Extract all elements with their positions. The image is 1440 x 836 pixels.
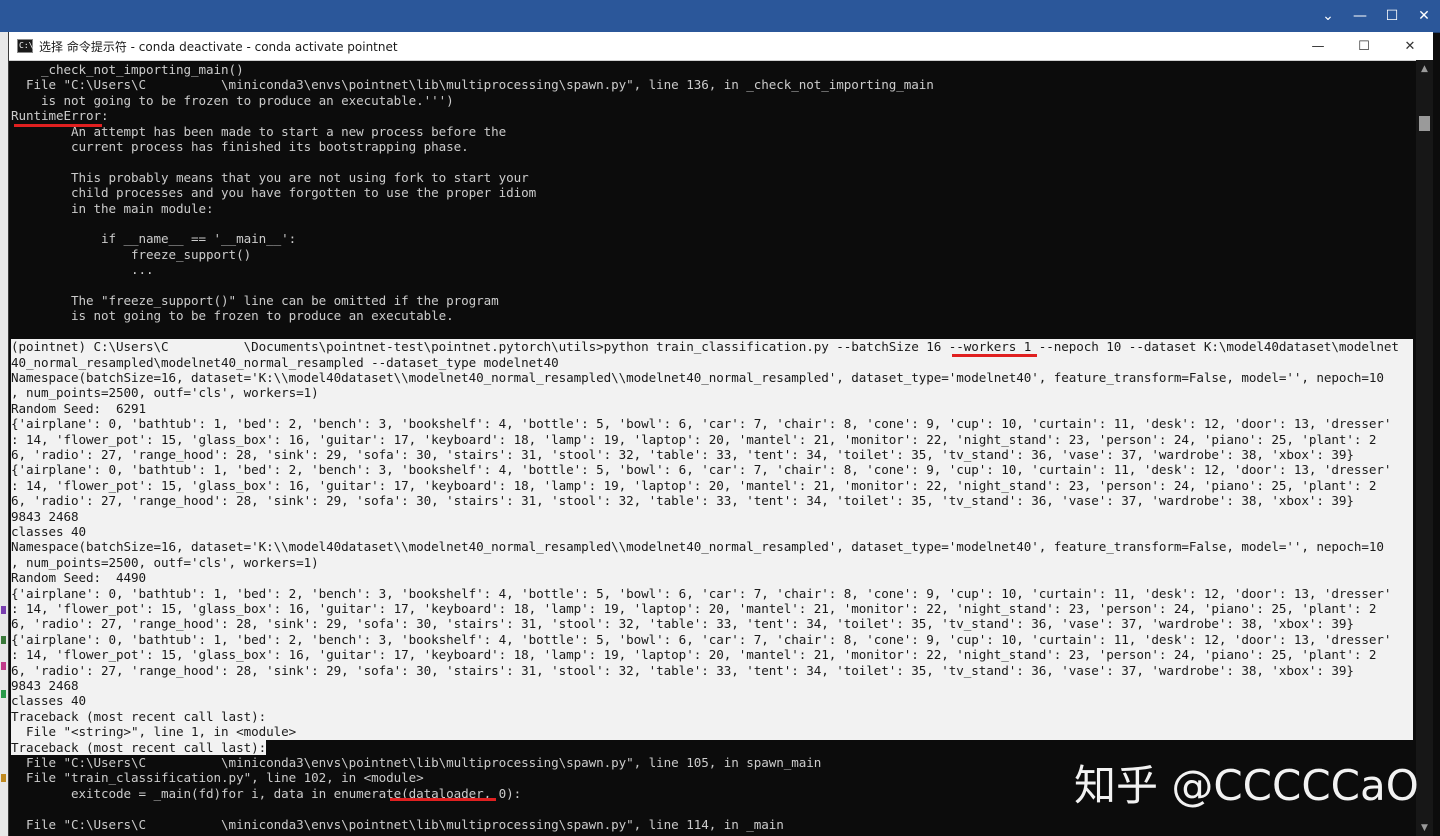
annotation-underline-workers [952,354,1037,357]
cmd-icon: C:\ [17,39,33,53]
maximize-icon[interactable]: ☐ [1376,0,1408,32]
terminal-line: {'airplane': 0, 'bathtub': 1, 'bed': 2, … [11,585,1413,601]
window-controls: — ☐ ✕ [1295,32,1433,60]
annotation-underline-runtimeerror [14,124,102,127]
outer-window-titlebar: ⌄ — ☐ ✕ [0,0,1440,33]
window-title: 选择 命令提示符 - conda deactivate - conda acti… [39,39,398,54]
terminal-line: in the main module: [11,200,214,216]
terminal-line: Namespace(batchSize=16, dataset='K:\\mod… [11,539,1413,555]
terminal-line: RuntimeError: [11,108,109,124]
terminal-line: This probably means that you are not usi… [11,169,529,185]
scrollbar-thumb[interactable] [1419,116,1430,131]
terminal-line: if __name__ == '__main__': [11,231,297,247]
scroll-down-icon[interactable]: ▼ [1416,819,1433,836]
close-icon[interactable]: ✕ [1408,0,1440,32]
chevron-down-icon[interactable]: ⌄ [1312,0,1344,32]
outer-window-controls: ⌄ — ☐ ✕ [1312,0,1440,32]
terminal-line: 6, 'radio': 27, 'range_hood': 28, 'sink'… [11,662,1413,678]
scroll-up-icon[interactable]: ▲ [1416,60,1433,77]
terminal-line: 9843 2468 [11,678,1413,694]
maximize-icon[interactable]: ☐ [1341,32,1387,60]
terminal-line: File "<string>", line 1, in <module> [11,724,1413,740]
background-window-edge [0,32,8,836]
terminal-line: Random Seed: 4490 [11,570,1413,586]
watermark: 知乎 @CCCCCaO [1074,761,1419,810]
terminal-line: The "freeze_support()" line can be omitt… [11,293,499,308]
vertical-scrollbar[interactable]: ▲ ▼ [1416,60,1433,836]
terminal-line: classes 40 [11,693,1413,709]
background-marker [1,690,6,698]
terminal-line: , num_points=2500, outf='cls', workers=1… [11,554,1413,571]
minimize-icon[interactable]: — [1344,0,1376,32]
terminal-line: , num_points=2500, outf='cls', workers=1… [11,385,1413,401]
terminal-line: : 14, 'flower_pot': 15, 'glass_box': 16,… [11,601,1413,617]
terminal-line: Namespace(batchSize=16, dataset='K:\\mod… [11,370,1413,386]
terminal-line: is not going to be frozen to produce an … [11,92,454,108]
command-prompt-window: C:\ 选择 命令提示符 - conda deactivate - conda … [8,32,1433,836]
terminal-line: is not going to be frozen to produce an … [11,308,454,324]
terminal-line: freeze_support() [11,246,252,262]
terminal-line: : 14, 'flower_pot': 15, 'glass_box': 16,… [11,647,1413,663]
terminal-line: {'airplane': 0, 'bathtub': 1, 'bed': 2, … [11,462,1413,478]
terminal-line: ... [11,262,154,278]
terminal-line: File "C:\Users\C \miniconda3\envs\pointn… [11,816,784,832]
terminal-line: 40_normal_resampled\modelnet40_normal_re… [11,354,1413,370]
terminal-line: Random Seed: 6291 [11,400,1413,417]
close-icon[interactable]: ✕ [1387,32,1433,60]
background-marker [1,606,6,614]
terminal-output[interactable]: _check_not_importing_main() File "C:\Use… [11,62,1413,836]
terminal-line: : 14, 'flower_pot': 15, 'glass_box': 16,… [11,477,1413,494]
terminal-line: File "C:\Users\C \miniconda3\envs\pointn… [11,77,934,93]
terminal-line: : 14, 'flower_pot': 15, 'glass_box': 16,… [11,431,1413,447]
terminal-line: child processes and you have forgotten t… [11,185,537,201]
terminal-line: File "train_classification.py", line 102… [11,770,424,786]
background-marker [1,636,6,644]
terminal-line: File "C:\Users\C \miniconda3\envs\pointn… [11,755,822,770]
terminal-line: (pointnet) C:\Users\C \Documents\pointne… [11,339,1413,355]
terminal-line: 6, 'radio': 27, 'range_hood': 28, 'sink'… [11,616,1413,632]
annotation-underline-dataloader [390,798,496,801]
terminal-line: 6, 'radio': 27, 'range_hood': 28, 'sink'… [11,447,1413,463]
background-marker [1,662,6,670]
terminal-line: Traceback (most recent call last): [11,708,1413,725]
terminal-line: 6, 'radio': 27, 'range_hood': 28, 'sink'… [11,493,1413,509]
background-marker [1,774,6,782]
minimize-icon[interactable]: — [1295,32,1341,60]
terminal-line: 9843 2468 [11,508,1413,524]
terminal-line: {'airplane': 0, 'bathtub': 1, 'bed': 2, … [11,631,1413,648]
terminal-line: current process has finished its bootstr… [11,139,469,154]
terminal-line: classes 40 [11,524,1413,540]
window-titlebar[interactable]: C:\ 选择 命令提示符 - conda deactivate - conda … [9,32,1433,61]
terminal-line: {'airplane': 0, 'bathtub': 1, 'bed': 2, … [11,416,1413,432]
terminal-line: _check_not_importing_main() [11,62,244,77]
terminal-line: Traceback (most recent call last): [11,739,267,755]
